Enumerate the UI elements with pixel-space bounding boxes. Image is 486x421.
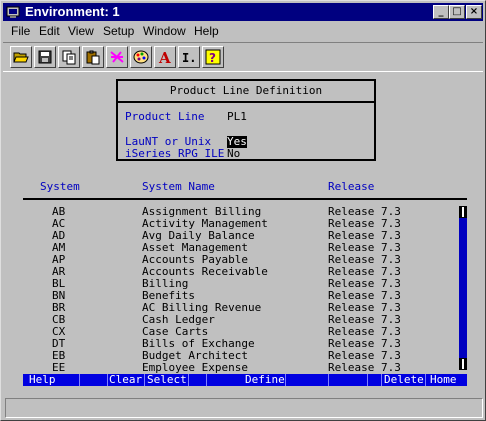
svg-text:?: ? <box>209 51 216 65</box>
iseries-rpg-field[interactable]: No <box>227 148 240 160</box>
app-icon <box>6 6 20 18</box>
fkey-divider <box>381 374 382 386</box>
minimize-button[interactable]: _ <box>433 5 449 19</box>
copy-icon <box>62 50 76 65</box>
paste-icon <box>86 50 100 65</box>
fkey-divider <box>79 374 80 386</box>
fkey-divider <box>188 374 189 386</box>
menu-window[interactable]: Window <box>143 24 186 38</box>
list-scrollbar[interactable] <box>459 206 467 370</box>
terminal-screen[interactable]: Product Line Definition Product Line PL1… <box>4 74 483 391</box>
fkey-divider <box>328 374 329 386</box>
scroll-up-icon[interactable] <box>459 206 467 218</box>
save-button[interactable] <box>34 46 56 68</box>
color-button[interactable] <box>130 46 152 68</box>
font-button[interactable]: A <box>154 46 176 68</box>
copy-button[interactable] <box>58 46 80 68</box>
highlight-button[interactable] <box>106 46 128 68</box>
fkey-divider <box>107 374 108 386</box>
close-button[interactable]: × <box>466 5 482 19</box>
maximize-button[interactable]: □ <box>449 5 465 19</box>
product-line-label: Product Line <box>125 110 205 123</box>
home-key[interactable]: Home <box>430 374 457 386</box>
menu-setup[interactable]: Setup <box>103 24 134 38</box>
font-icon: A <box>158 49 171 65</box>
paste-button[interactable] <box>82 46 104 68</box>
help-question-icon: ? <box>205 49 221 65</box>
status-bar <box>5 398 483 418</box>
toolbar: A I. ? <box>3 42 483 72</box>
panel-title: Product Line Definition <box>118 81 374 103</box>
delete-key[interactable]: Delete <box>384 374 424 386</box>
header-release: Release <box>328 180 375 193</box>
highlighter-icon <box>110 51 124 63</box>
application-window: Environment: 1 _ □ × File Edit View Setu… <box>0 0 486 421</box>
product-line-definition-panel: Product Line Definition Product Line PL1… <box>116 79 376 161</box>
menu-help[interactable]: Help <box>194 24 219 38</box>
header-divider <box>23 198 467 200</box>
menu-file[interactable]: File <box>11 24 30 38</box>
header-system: System <box>40 180 80 193</box>
cursor-insert-icon: I. <box>182 51 196 65</box>
fkey-divider <box>144 374 145 386</box>
scroll-down-icon[interactable] <box>459 358 467 370</box>
menu-edit[interactable]: Edit <box>39 24 60 38</box>
fkey-divider <box>367 374 368 386</box>
title-bar[interactable]: Environment: 1 _ □ × <box>3 3 483 21</box>
product-line-value[interactable]: PL1 <box>227 111 247 123</box>
fkey-divider <box>425 374 426 386</box>
iseries-rpg-label: iSeries RPG ILE <box>125 147 225 160</box>
open-button[interactable] <box>10 46 32 68</box>
select-key[interactable]: Select <box>147 374 187 386</box>
header-system-name: System Name <box>142 180 215 193</box>
menu-view[interactable]: View <box>68 24 94 38</box>
save-icon <box>38 50 52 64</box>
help-key[interactable]: Help <box>29 374 56 386</box>
svg-text:I.: I. <box>182 51 196 65</box>
function-key-bar: Help Clear Select Define Delete Home <box>23 374 467 386</box>
define-key[interactable]: Define <box>245 374 285 386</box>
fkey-divider <box>285 374 286 386</box>
palette-icon <box>133 50 149 64</box>
help-button[interactable]: ? <box>202 46 224 68</box>
clear-key[interactable]: Clear <box>109 374 142 386</box>
svg-text:A: A <box>158 49 171 65</box>
open-folder-icon <box>13 52 29 63</box>
cursor-button[interactable]: I. <box>178 46 200 68</box>
window-title: Environment: 1 <box>25 4 120 19</box>
menu-bar: File Edit View Setup Window Help <box>3 22 483 41</box>
fkey-divider <box>206 374 207 386</box>
